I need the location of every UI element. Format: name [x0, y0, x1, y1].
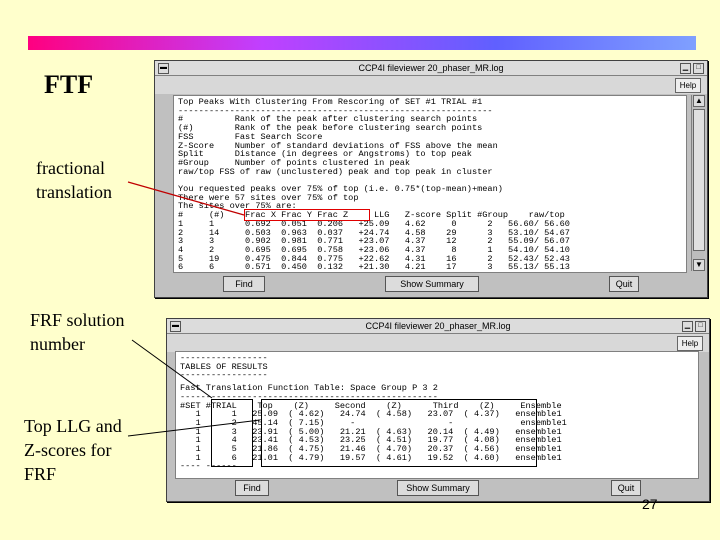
callout-line-frf	[131, 339, 213, 399]
callout-lines	[127, 181, 261, 437]
callout-line-fractional	[127, 181, 245, 216]
callout-line-llg	[127, 419, 261, 437]
page-number: 27	[642, 496, 658, 512]
